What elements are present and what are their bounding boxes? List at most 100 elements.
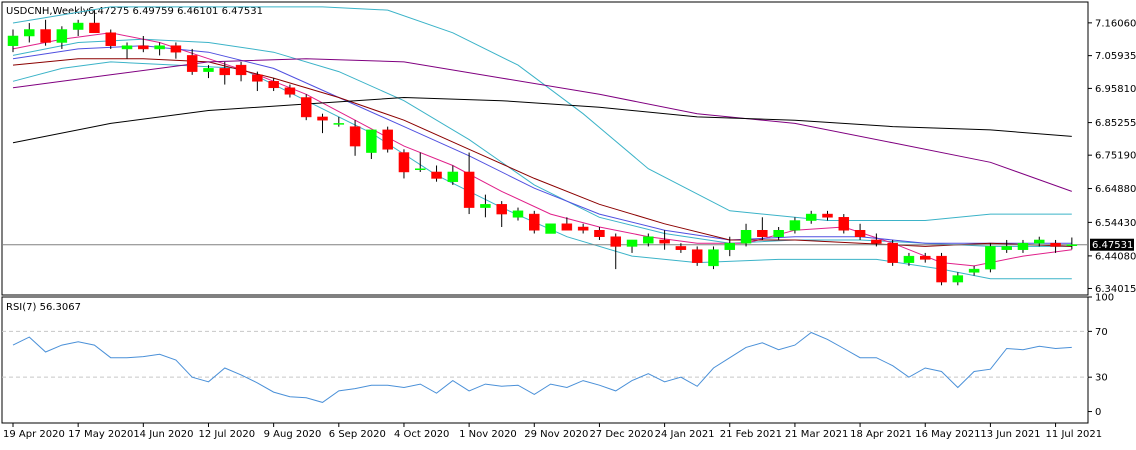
candle-body-bear	[219, 68, 231, 76]
candle-body-bear	[871, 239, 882, 244]
time-tick-label: 4 Oct 2020	[394, 429, 449, 440]
candle-body-bear	[675, 246, 687, 250]
price-tick-label: 6.75190	[1095, 151, 1136, 162]
candle-body-bear	[300, 97, 312, 118]
candle-body-bear	[936, 255, 947, 283]
candle-body-bull	[121, 45, 133, 50]
candle-body-bull	[545, 223, 556, 234]
symbol-timeframe: USDCNH,Weekly	[6, 6, 89, 17]
candle-body-bear	[268, 81, 279, 89]
time-tick-label: 16 May 2021	[915, 429, 980, 440]
time-tick-label: 21 Mar 2021	[785, 429, 848, 440]
candle-body-bull	[7, 35, 19, 46]
candle-body-bull	[1001, 246, 1012, 250]
time-tick-label: 29 Nov 2020	[524, 429, 588, 440]
candle-body-bear	[838, 217, 850, 231]
price-tick-label: 6.64880	[1095, 184, 1136, 195]
candle-body-bull	[1066, 244, 1078, 246]
candle[interactable]	[887, 239, 898, 266]
last-price-label: 6.47531	[1092, 240, 1133, 251]
candle-body-bear	[659, 239, 670, 244]
candle-body-bear	[854, 229, 866, 237]
time-tick-label: 24 Jan 2021	[655, 429, 715, 440]
candle-body-bull	[1017, 242, 1029, 250]
candle-body-bull	[56, 29, 68, 43]
candle-body-bull	[789, 220, 801, 231]
candle-body-bear	[349, 126, 361, 147]
candle-body-bear	[40, 29, 51, 43]
candle-body-bear	[757, 229, 768, 237]
candle-body-bull	[447, 171, 459, 182]
candle-body-bear	[919, 255, 931, 260]
candle-body-bull	[626, 239, 638, 247]
candle-body-bear	[186, 55, 198, 72]
time-tick-label: 18 Apr 2021	[850, 429, 912, 440]
candle-body-bull	[366, 129, 377, 153]
rsi-tick-label: 100	[1095, 293, 1114, 304]
time-tick-label: 13 Jun 2021	[980, 429, 1040, 440]
candle-body-bear	[252, 74, 263, 82]
time-tick-label: 1 Nov 2020	[459, 429, 517, 440]
candle-body-bull	[154, 45, 165, 50]
candle-body-bear	[235, 64, 247, 76]
rsi-tick-label: 70	[1095, 327, 1108, 338]
candle-body-bear	[887, 242, 898, 263]
candle-body-bull	[512, 210, 524, 218]
candle-body-bull	[480, 204, 491, 208]
candle-body-bear	[1050, 242, 1061, 247]
candle-body-bear	[577, 226, 589, 231]
time-tick-label: 12 Jul 2020	[198, 429, 255, 440]
chart-canvas[interactable]: USDCNH,Weekly 6.47275 6.49759 6.46101 6.…	[0, 0, 1136, 446]
candle-body-bear	[610, 236, 621, 247]
candle-body-bull	[740, 229, 752, 244]
candle-body-bear	[463, 171, 475, 208]
price-tick-label: 7.05935	[1095, 51, 1136, 62]
price-tick-label: 6.95810	[1095, 84, 1136, 95]
candle-body-bear	[561, 223, 573, 231]
candle-body-bear	[822, 213, 833, 218]
chart-window[interactable]: USDCNH,Weekly 6.47275 6.49759 6.46101 6.…	[0, 0, 1136, 446]
candle[interactable]	[936, 252, 947, 286]
candle[interactable]	[300, 94, 312, 121]
candle[interactable]	[985, 243, 996, 273]
ohlc-values: 6.47275 6.49759 6.46101 6.47531	[88, 6, 263, 17]
candle-body-bear	[105, 32, 116, 46]
time-tick-label: 11 Jul 2021	[1046, 429, 1103, 440]
candle-body-bull	[333, 123, 345, 125]
candle[interactable]	[529, 210, 540, 234]
candle-body-bear	[138, 45, 149, 50]
candle-body-bull	[903, 255, 915, 263]
rsi-label: RSI(7) 56.3067	[6, 302, 81, 313]
candle[interactable]	[382, 126, 393, 153]
candle-body-bear	[594, 229, 605, 237]
candle-body-bull	[985, 246, 996, 270]
candle-body-bear	[89, 22, 100, 34]
time-tick-label: 9 Aug 2020	[264, 429, 322, 440]
candle-body-bear	[431, 171, 442, 179]
price-tick-label: 6.54430	[1095, 218, 1136, 229]
price-axis: 7.16060 7.05935 6.95810 6.85255 6.75190 6.648…	[1088, 18, 1136, 295]
candle-body-bear	[317, 116, 328, 121]
price-tick-label: 6.44080	[1095, 251, 1136, 262]
candle-body-bear	[382, 129, 393, 150]
rsi-tick-label: 0	[1095, 407, 1101, 418]
candle-body-bear	[496, 204, 507, 215]
candle-body-bull	[415, 168, 426, 170]
candle-body-bull	[72, 22, 84, 30]
price-tick-label: 6.85255	[1095, 118, 1136, 129]
candle-body-bull	[203, 68, 214, 72]
candle-body-bull	[643, 236, 654, 244]
candle[interactable]	[545, 223, 556, 234]
candle-body-bull	[773, 229, 784, 237]
time-tick-label: 6 Sep 2020	[329, 429, 386, 440]
rsi-tick-label: 30	[1095, 373, 1108, 384]
candle-body-bull	[805, 213, 817, 221]
candle-body-bull	[968, 268, 980, 273]
candle[interactable]	[708, 246, 719, 270]
candle-body-bull	[1034, 239, 1045, 244]
price-tick-label: 7.16060	[1095, 18, 1136, 29]
time-tick-label: 21 Feb 2021	[720, 429, 782, 440]
candle-body-bear	[284, 87, 296, 95]
candle-body-bear	[398, 152, 410, 173]
candle-body-bull	[24, 29, 35, 37]
